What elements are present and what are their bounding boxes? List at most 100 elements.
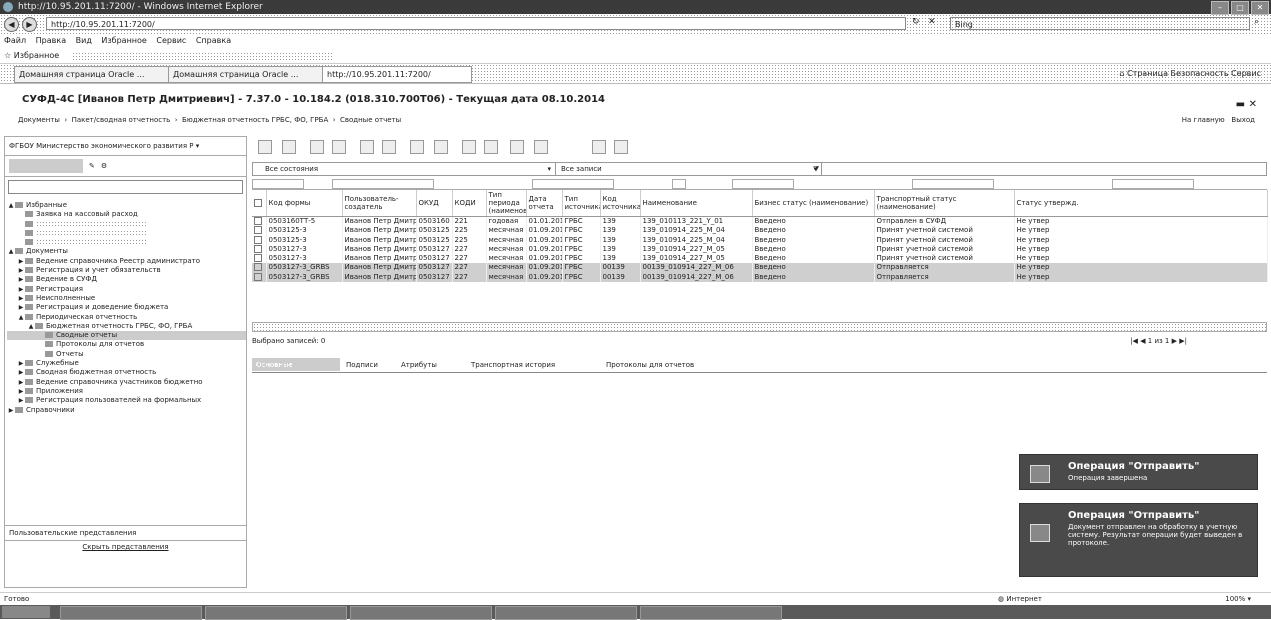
tree-node[interactable]: ▶ Ведение справочника Реестр администрато — [7, 257, 246, 266]
taskbar-item[interactable] — [640, 606, 782, 620]
import-icon[interactable] — [410, 140, 424, 154]
column-header[interactable]: Статус утвержд. — [1014, 190, 1268, 217]
tab-signatures[interactable]: Подписи — [342, 358, 382, 372]
status-filter[interactable]: Все состояния ▾ — [253, 163, 556, 175]
tree-node[interactable]: ▲ Периодическая отчетность — [7, 313, 246, 322]
tree-node[interactable]: Сводные отчеты — [7, 331, 246, 341]
funnel-icon[interactable]: ⧩ — [813, 163, 819, 175]
url-field[interactable]: http://10.95.201.11:7200/ — [46, 17, 906, 30]
expand-toggle-icon[interactable]: ▶ — [17, 303, 25, 312]
prev-page-icon[interactable]: ◀ — [1140, 337, 1145, 345]
column-header[interactable]: Тип источника — [562, 190, 601, 217]
first-page-icon[interactable]: |◀ — [1130, 337, 1138, 345]
notification-toast[interactable]: Операция "Отправить" Операция завершена — [1019, 454, 1258, 490]
tab-protocols[interactable]: Протоколы для отчетов — [602, 358, 698, 372]
stop-icon[interactable]: ✕ — [928, 17, 936, 27]
expand-toggle-icon[interactable]: ▲ — [27, 322, 35, 331]
select-all-checkbox[interactable] — [252, 190, 267, 217]
tree-node[interactable]: ▲ Бюджетная отчетность ГРБС, ФО, ГРБА — [7, 322, 246, 331]
expand-toggle-icon[interactable]: ▲ — [17, 313, 25, 322]
export-icon[interactable] — [382, 140, 396, 154]
tree-node[interactable]: Отчеты — [7, 350, 246, 359]
browser-tab-1[interactable]: Домашняя страница Oracle ... — [14, 66, 174, 83]
breadcrumb-item[interactable]: Бюджетная отчетность ГРБС, ФО, ГРБА — [182, 116, 328, 124]
taskbar-item[interactable] — [60, 606, 202, 620]
menu-tools[interactable]: Сервис — [156, 36, 186, 45]
filter-icon[interactable] — [510, 140, 524, 154]
tree-node[interactable] — [7, 220, 246, 229]
column-header[interactable]: Наименование — [640, 190, 753, 217]
taskbar-item[interactable] — [495, 606, 637, 620]
edit-icon[interactable] — [282, 140, 296, 154]
tree-node[interactable]: ▲ Избранные — [7, 201, 246, 210]
print-icon[interactable] — [360, 140, 374, 154]
breadcrumb-item[interactable]: Сводные отчеты — [340, 116, 401, 124]
tree-node[interactable]: ▶ Ведение справочника участников бюджетно — [7, 378, 246, 387]
app-minimize-icon[interactable]: ▬ — [1236, 99, 1245, 110]
tree-node[interactable]: ▶ Регистрация и доведение бюджета — [7, 303, 246, 312]
expand-toggle-icon[interactable]: ▶ — [17, 294, 25, 303]
next-page-icon[interactable]: ▶ — [1172, 337, 1177, 345]
tree-node[interactable]: ▶ Регистрация и учет обязательств — [7, 266, 246, 275]
table-row[interactable]: 0503127-3Иванов Петр Дмитриевич050312722… — [252, 244, 1268, 255]
favorites-links[interactable] — [71, 51, 332, 60]
row-checkbox[interactable] — [252, 254, 267, 264]
help-icon[interactable] — [614, 140, 628, 154]
page-number[interactable]: 1 — [1148, 337, 1152, 345]
table-row[interactable]: 0503127-3Иванов Петр Дмитриевич050312722… — [252, 254, 1268, 264]
taskbar-item[interactable] — [205, 606, 347, 620]
start-button[interactable] — [2, 606, 50, 618]
tree-node[interactable] — [7, 229, 246, 238]
tree-node[interactable]: ▶ Ведение в СУФД — [7, 275, 246, 284]
table-row[interactable]: 0503127-3_GRBSИванов Петр Дмитриевич0503… — [252, 272, 1268, 283]
menu-edit[interactable]: Правка — [36, 36, 66, 45]
last-page-icon[interactable]: ▶| — [1179, 337, 1187, 345]
search-icon[interactable]: ⌕ — [1254, 17, 1259, 27]
menu-help[interactable]: Справка — [196, 36, 231, 45]
app-close-icon[interactable]: ✕ — [1249, 99, 1257, 110]
column-header[interactable]: Код источника — [600, 190, 641, 217]
column-header[interactable]: КОДИ — [452, 190, 487, 217]
back-icon[interactable]: ◀ — [4, 17, 19, 32]
tree-node[interactable]: ▶ Неисполненные — [7, 294, 246, 303]
row-checkbox[interactable] — [252, 226, 267, 236]
column-header[interactable]: Пользователь-создатель — [342, 190, 417, 217]
horizontal-scrollbar[interactable] — [252, 322, 1267, 332]
expand-toggle-icon[interactable]: ▶ — [17, 359, 25, 368]
browser-tab-3[interactable]: http://10.95.201.11:7200/ — [322, 66, 472, 83]
breadcrumb-item[interactable]: Документы — [18, 116, 60, 124]
column-header[interactable]: ОКУД — [416, 190, 453, 217]
records-filter[interactable]: Все записи ▾ — [543, 163, 822, 175]
notification-toast[interactable]: Операция "Отправить" Документ отправлен … — [1019, 503, 1258, 577]
favorites-button[interactable]: Избранное — [14, 51, 59, 60]
home-link[interactable]: На главную — [1182, 116, 1225, 124]
expand-toggle-icon[interactable]: ▶ — [17, 387, 25, 396]
tree-node[interactable]: ▶ Регистрация — [7, 285, 246, 294]
refresh-icon[interactable] — [484, 140, 498, 154]
zoom-level[interactable]: 100% — [1225, 595, 1245, 603]
pencil-icon[interactable]: ✎ — [89, 162, 95, 170]
tree-node[interactable]: Заявка на кассовый расход — [7, 210, 246, 219]
column-header[interactable]: Дата отчета — [526, 190, 563, 217]
tree-node[interactable]: ▶ Справочники — [7, 406, 246, 415]
breadcrumb-item[interactable]: Пакет/сводная отчетность — [72, 116, 171, 124]
expand-toggle-icon[interactable]: ▲ — [7, 247, 15, 256]
expand-toggle-icon[interactable]: ▶ — [17, 368, 25, 377]
expand-toggle-icon[interactable]: ▲ — [7, 201, 15, 210]
row-checkbox[interactable] — [252, 244, 267, 255]
tab-main[interactable]: Основные — [252, 358, 340, 371]
expand-toggle-icon[interactable]: ▶ — [17, 378, 25, 387]
home-icon[interactable]: ⌂ — [1119, 69, 1124, 78]
forward-icon[interactable]: ▶ — [22, 17, 37, 32]
menu-view[interactable]: Вид — [76, 36, 92, 45]
minimize-button[interactable]: – — [1211, 1, 1229, 15]
taskbar-item[interactable] — [350, 606, 492, 620]
table-row[interactable]: 0503125-3Иванов Петр Дмитриевич050312522… — [252, 226, 1268, 236]
add-icon[interactable] — [258, 140, 272, 154]
settings-icon[interactable]: ⚙ — [101, 162, 107, 170]
refresh-icon[interactable]: ↻ — [912, 17, 920, 27]
search-field[interactable]: Bing — [950, 17, 1250, 30]
column-header[interactable]: Бизнес статус (наименование) — [752, 190, 875, 217]
browser-tab-2[interactable]: Домашняя страница Oracle ... — [168, 66, 328, 83]
row-checkbox[interactable] — [252, 272, 267, 283]
